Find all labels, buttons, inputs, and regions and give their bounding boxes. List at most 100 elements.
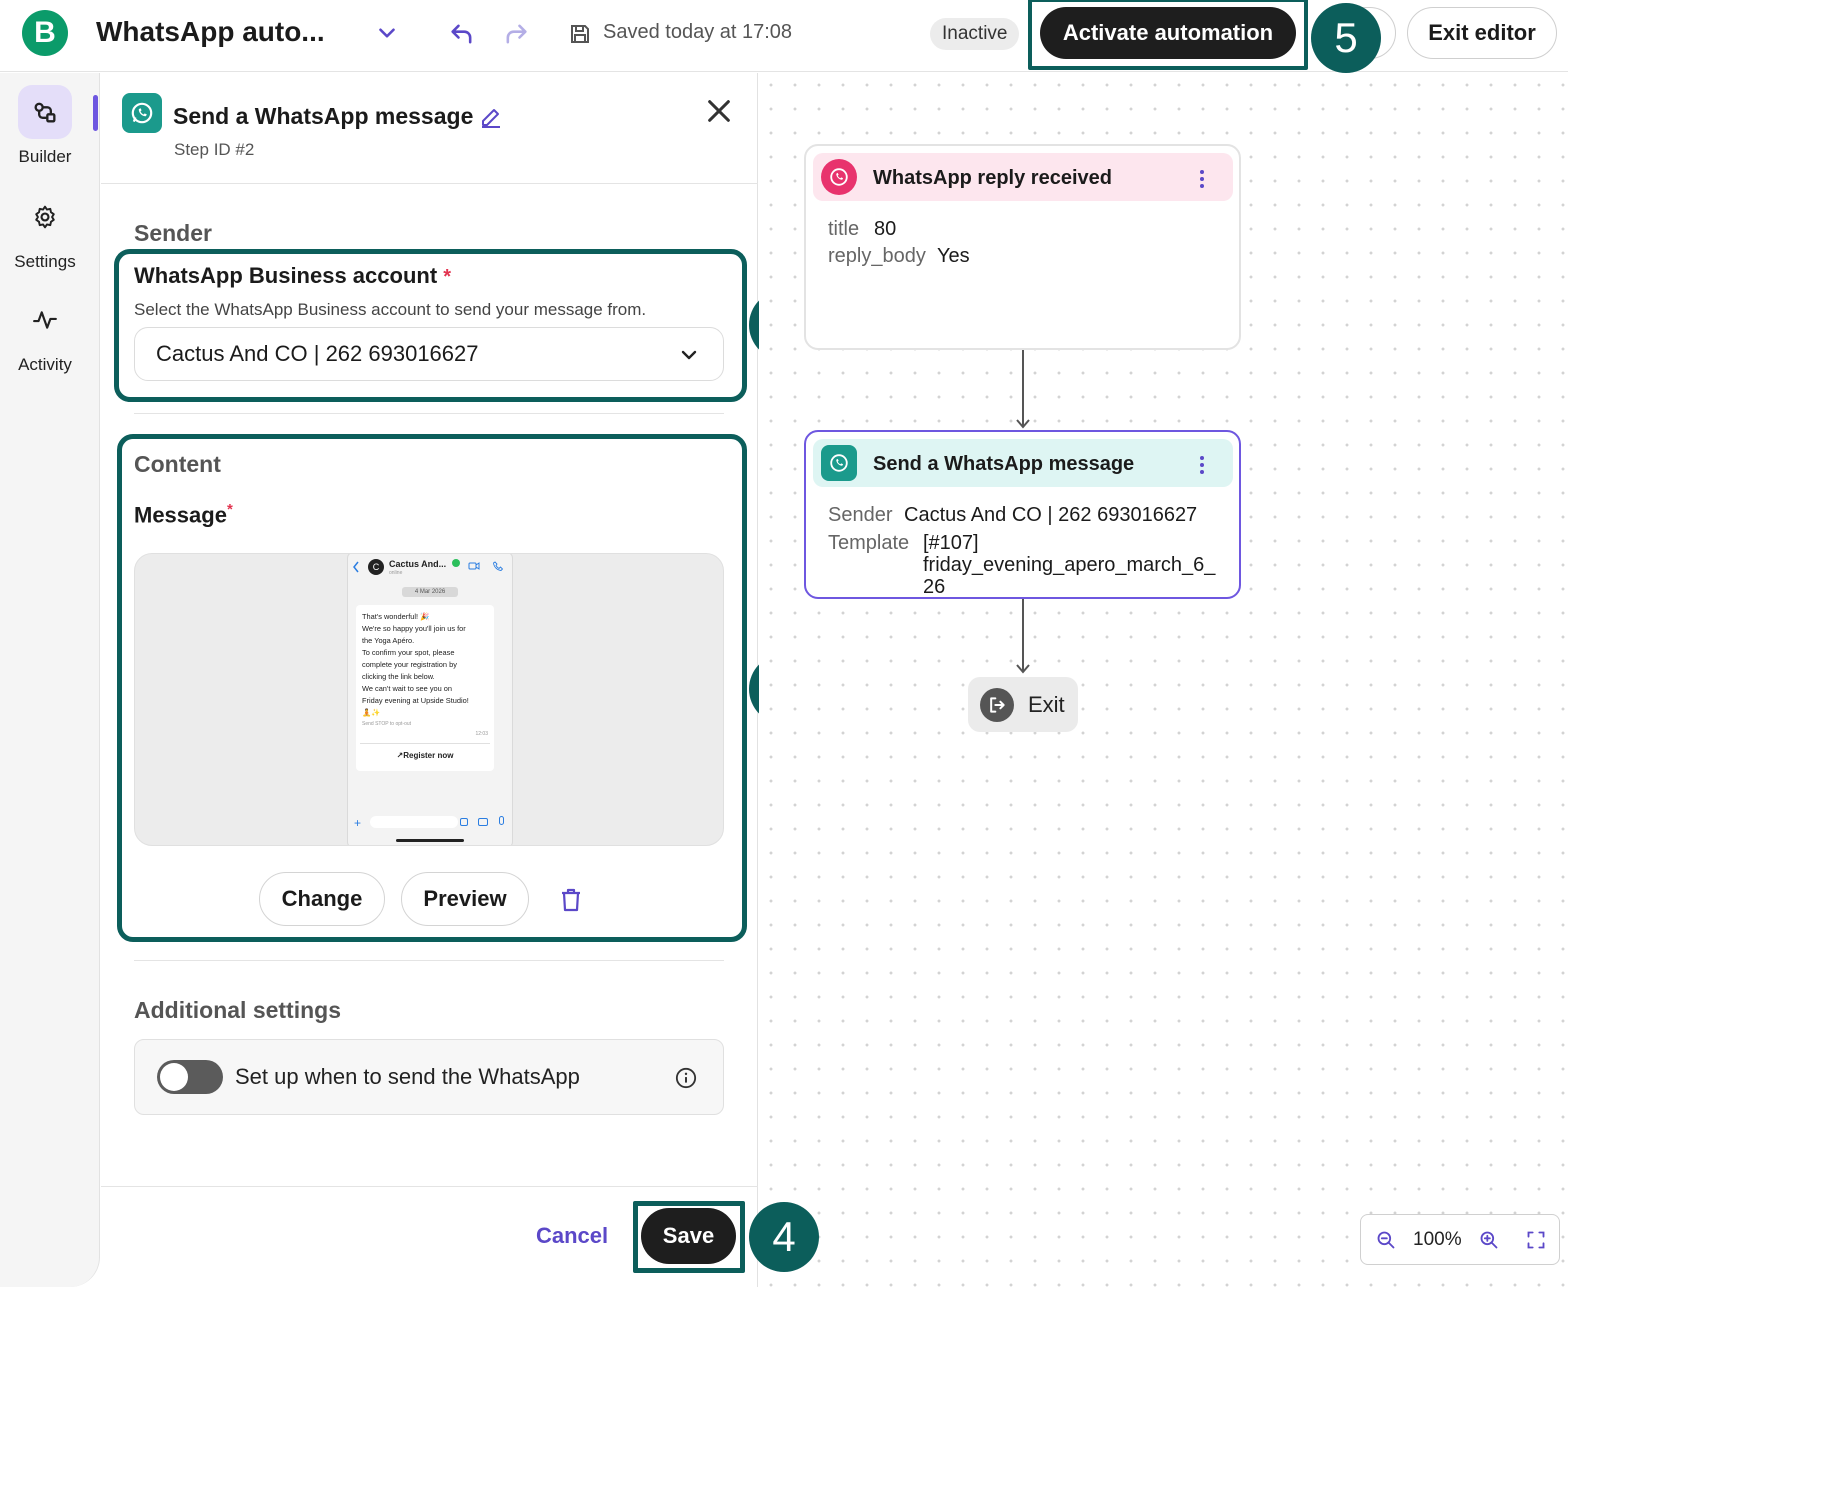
chevron-down-icon[interactable] bbox=[374, 20, 400, 46]
content-section-title: Content bbox=[134, 451, 221, 477]
sidebar-item-activity[interactable]: Activity bbox=[0, 293, 90, 375]
sidebar-item-builder[interactable]: Builder bbox=[0, 85, 90, 167]
zoom-out-icon[interactable] bbox=[1376, 1230, 1396, 1250]
opt-out-text: Send STOP to opt-out bbox=[362, 721, 412, 727]
mic-icon bbox=[499, 816, 504, 825]
status-badge: Inactive bbox=[930, 18, 1020, 50]
floppy-disk-icon bbox=[571, 25, 589, 43]
whatsapp-icon bbox=[122, 93, 162, 133]
sidebar-item-label: Builder bbox=[18, 147, 72, 166]
avatar: C bbox=[368, 559, 384, 575]
panel-title: Send a WhatsApp message bbox=[173, 103, 474, 129]
action-node[interactable]: Send a WhatsApp message Sender Cactus An… bbox=[804, 430, 1241, 599]
info-icon[interactable] bbox=[675, 1067, 697, 1089]
zoom-level: 100% bbox=[1413, 1229, 1462, 1250]
message-line: 🧘✨ bbox=[362, 708, 381, 717]
zoom-controls: 100% bbox=[1360, 1214, 1560, 1265]
divider bbox=[101, 1186, 758, 1187]
close-icon[interactable] bbox=[705, 97, 733, 125]
sidebar-item-label: Activity bbox=[18, 355, 72, 374]
date-chip: 4 Mar 2026 bbox=[402, 587, 458, 597]
message-body: That's wonderful! 🎉 We're so happy you'll… bbox=[362, 611, 469, 719]
connector-arrow bbox=[1016, 599, 1030, 674]
change-button[interactable]: Change bbox=[259, 872, 385, 926]
message-preview[interactable]: C Cactus And... online 4 Mar 2026 That's… bbox=[134, 553, 724, 846]
toggle-knob bbox=[160, 1063, 188, 1091]
field-value: Yes bbox=[937, 245, 970, 267]
redo-icon[interactable] bbox=[502, 20, 530, 48]
message-bubble: That's wonderful! 🎉 We're so happy you'll… bbox=[356, 605, 494, 771]
divider bbox=[101, 183, 758, 184]
chevron-down-icon bbox=[681, 350, 697, 360]
annotation-badge-5: 5 bbox=[1311, 3, 1381, 73]
whatsapp-icon bbox=[821, 159, 857, 195]
send-time-toggle[interactable] bbox=[157, 1060, 223, 1094]
automation-title[interactable]: WhatsApp auto... bbox=[96, 16, 325, 48]
trigger-node-header: WhatsApp reply received bbox=[813, 153, 1233, 201]
plus-icon: + bbox=[354, 816, 362, 830]
message-line: Friday evening at Upside Studio! bbox=[362, 696, 469, 705]
field-key: title bbox=[828, 218, 860, 240]
more-vertical-icon[interactable] bbox=[1199, 169, 1205, 189]
connector-arrow bbox=[1016, 350, 1030, 429]
zoom-in-icon[interactable] bbox=[1479, 1230, 1499, 1250]
video-icon bbox=[468, 562, 480, 570]
exit-node[interactable]: Exit bbox=[968, 677, 1078, 732]
message-line: That's wonderful! 🎉 bbox=[362, 612, 430, 621]
divider bbox=[134, 960, 724, 961]
message-line: We're so happy you'll join us for bbox=[362, 624, 466, 633]
more-vertical-icon[interactable] bbox=[1199, 455, 1205, 475]
active-indicator bbox=[93, 95, 98, 131]
activity-icon bbox=[33, 311, 57, 329]
field-value: [#107] bbox=[923, 532, 979, 554]
field-key: reply_body bbox=[828, 245, 926, 267]
pencil-icon[interactable] bbox=[479, 105, 503, 129]
trash-icon[interactable] bbox=[559, 887, 583, 913]
step-id: Step ID #2 bbox=[174, 140, 255, 159]
additional-settings-title: Additional settings bbox=[134, 997, 341, 1023]
builder-icon bbox=[34, 102, 56, 123]
fullscreen-icon[interactable] bbox=[1526, 1230, 1546, 1250]
sidebar: Builder Settings Activity bbox=[0, 73, 100, 1287]
field-value: 80 bbox=[874, 218, 897, 240]
save-button[interactable]: Save bbox=[641, 1208, 736, 1264]
message-line: To confirm your spot, please bbox=[362, 648, 455, 657]
verified-icon bbox=[452, 559, 460, 567]
contact-status: online bbox=[389, 570, 403, 576]
action-node-header: Send a WhatsApp message bbox=[813, 439, 1233, 487]
message-time: 12:03 bbox=[475, 731, 488, 737]
sticker-icon bbox=[460, 818, 468, 826]
sidebar-item-label: Settings bbox=[14, 252, 76, 271]
home-indicator bbox=[396, 839, 464, 842]
step-panel: Send a WhatsApp message Step ID #2 Sende… bbox=[101, 73, 758, 1287]
field-value: Cactus And CO | 262 693016627 bbox=[904, 504, 1198, 526]
back-arrow-icon bbox=[353, 561, 359, 573]
contact-name: Cactus And... bbox=[389, 559, 447, 569]
action-node-title: Send a WhatsApp message bbox=[873, 453, 1135, 475]
undo-icon[interactable] bbox=[448, 20, 476, 48]
exit-editor-button[interactable]: Exit editor bbox=[1407, 7, 1557, 59]
cancel-button[interactable]: Cancel bbox=[536, 1223, 608, 1249]
flow-canvas[interactable]: WhatsApp reply received title 80 reply_b… bbox=[759, 73, 1568, 1287]
trigger-node[interactable]: WhatsApp reply received title 80 reply_b… bbox=[804, 144, 1241, 350]
annotation-badge-4: 4 bbox=[749, 1202, 819, 1272]
message-line: complete your registration by bbox=[362, 660, 457, 669]
field-key: Template bbox=[828, 532, 910, 554]
whatsapp-icon bbox=[821, 445, 857, 481]
preview-button[interactable]: Preview bbox=[401, 872, 529, 926]
exit-label: Exit bbox=[1028, 691, 1065, 717]
exit-icon bbox=[980, 687, 1014, 722]
account-select[interactable]: Cactus And CO | 262 693016627 bbox=[134, 327, 724, 381]
gear-icon bbox=[35, 205, 55, 229]
saved-status: Saved today at 17:08 bbox=[603, 21, 793, 43]
account-select-value: Cactus And CO | 262 693016627 bbox=[156, 341, 479, 366]
register-now-button: ↗Register now bbox=[396, 751, 454, 760]
brand-logo[interactable]: B bbox=[22, 10, 68, 56]
divider bbox=[134, 413, 724, 414]
field-value: friday_evening_apero_march_6_ bbox=[923, 554, 1216, 576]
sidebar-item-settings[interactable]: Settings bbox=[0, 190, 90, 272]
message-line: the Yoga Apéro. bbox=[362, 636, 415, 645]
field-value: 26 bbox=[923, 576, 946, 598]
compose-field bbox=[370, 816, 458, 828]
activate-automation-button[interactable]: Activate automation bbox=[1040, 7, 1296, 59]
